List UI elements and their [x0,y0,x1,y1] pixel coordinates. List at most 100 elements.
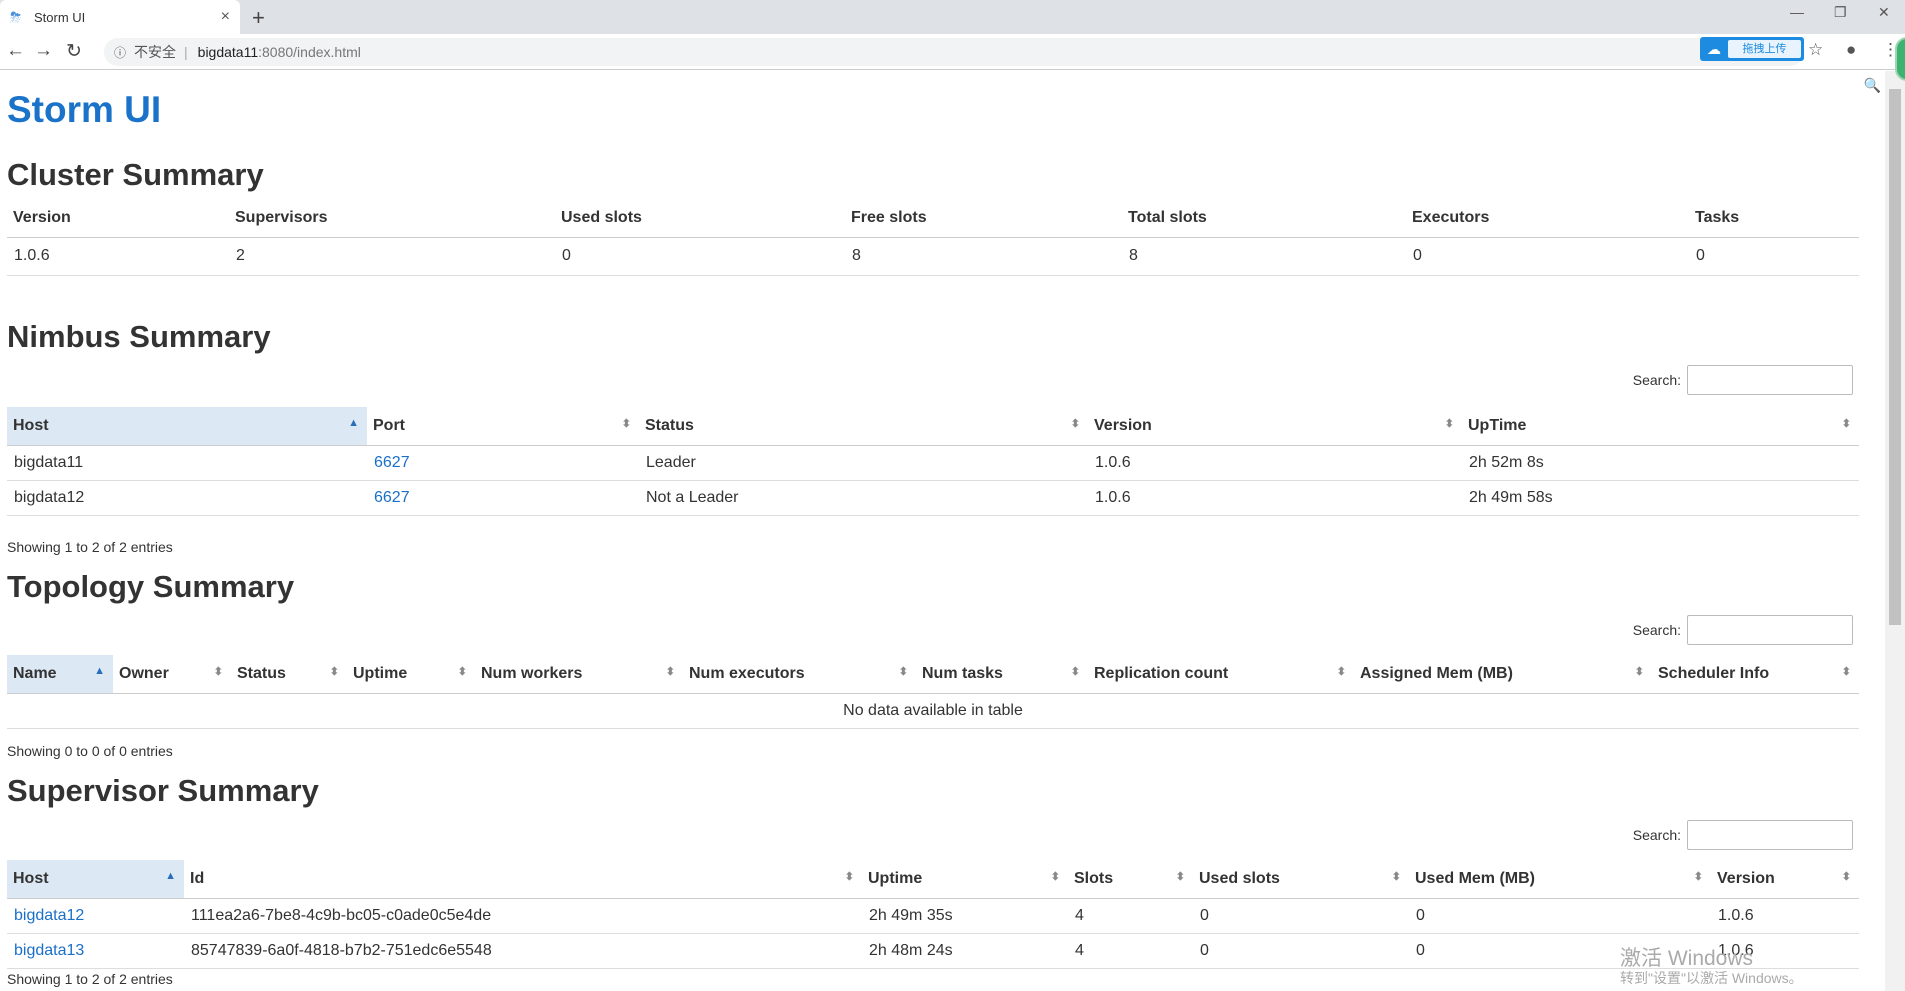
sort-icon: ⬍ [844,871,854,883]
col-uptime[interactable]: Uptime ⬍ [862,860,1068,899]
info-icon[interactable]: ⓘ [114,44,126,61]
side-floating-badge[interactable] [1895,37,1905,81]
col-host-label: Host [13,869,49,887]
col-used-mem[interactable]: Used Mem (MB) ⬍ [1409,860,1711,899]
col-version: Version [7,199,229,238]
window-close-icon[interactable]: ✕ [1878,4,1890,21]
col-replication-count[interactable]: Replication count ⬍ [1088,655,1354,694]
col-num-workers[interactable]: Num workers ⬍ [475,655,683,694]
table-header-row: Version Supervisors Used slots Free slot… [7,199,1859,238]
col-version[interactable]: Version ⬍ [1088,407,1462,446]
supervisor-search-input[interactable] [1687,820,1853,850]
col-num-executors[interactable]: Num executors ⬍ [683,655,916,694]
col-scheduler-info[interactable]: Scheduler Info ⬍ [1652,655,1859,694]
sort-asc-icon: ▲ [165,870,176,882]
col-id[interactable]: Id ⬍ [184,860,862,899]
col-name[interactable]: Name ▲ [7,655,113,694]
sort-icon: ⬍ [213,666,223,678]
cell-id: 85747839-6a0f-4818-b7b2-751edc6e5548 [184,933,862,969]
minimize-icon[interactable]: — [1790,4,1804,20]
col-used-slots[interactable]: Used slots ⬍ [1193,860,1409,899]
col-total-slots: Total slots [1122,199,1406,238]
col-name-label: Name [13,664,57,682]
cell-tasks: 0 [1689,237,1859,276]
col-status-label: Status [237,664,286,682]
topology-table-info: Showing 0 to 0 of 0 entries [7,743,173,759]
col-slots-label: Slots [1074,869,1114,887]
col-replication-count-label: Replication count [1094,664,1229,682]
windows-activation-subtext: 转到"设置"以激活 Windows。 [1620,970,1803,986]
restore-icon[interactable]: ❐ [1834,4,1847,21]
table-header-row: Name ▲ Owner ⬍ Status ⬍ Uptime ⬍ Num workers… [7,655,1859,694]
browser-toolbar: ← → ↻ ⓘ 不安全 | bigdata11 :8080/index.html… [0,34,1905,70]
col-uptime-label: Uptime [868,869,923,887]
supervisor-summary-heading: Supervisor Summary [7,773,319,808]
forward-arrow-icon[interactable]: → [34,40,53,62]
col-id-label: Id [190,869,205,887]
cell-status: Not a Leader [639,480,1088,516]
col-host-label: Host [13,416,49,434]
address-bar[interactable]: ⓘ 不安全 | bigdata11 :8080/index.html [104,38,1804,66]
bookmark-star-icon[interactable]: ☆ [1808,40,1823,60]
supervisor-host-link[interactable]: bigdata13 [14,942,84,959]
topology-search: Search: [1633,615,1853,645]
cell-uptime: 2h 48m 24s [862,933,1068,969]
page-scrollbar[interactable] [1885,71,1905,991]
col-used-slots-label: Used slots [1199,869,1280,887]
col-uptime[interactable]: UpTime ⬍ [1462,407,1859,446]
upload-extension-button[interactable]: ☁ 拖拽上传 [1700,37,1804,61]
cell-slots: 4 [1068,933,1193,969]
upload-extension-label: 拖拽上传 [1728,40,1801,58]
col-assigned-mem[interactable]: Assigned Mem (MB) ⬍ [1354,655,1652,694]
col-assigned-mem-label: Assigned Mem (MB) [1360,664,1513,682]
cell-uptime: 2h 49m 35s [862,898,1068,934]
nimbus-search-label: Search: [1632,372,1681,388]
sort-asc-icon: ▲ [348,417,359,429]
scrollbar-thumb[interactable] [1889,89,1901,625]
browser-tab[interactable]: ⛈ Storm UI × [0,0,240,34]
col-status[interactable]: Status ⬍ [231,655,347,694]
cell-id: 111ea2a6-7be8-4c9b-bc05-c0ade0c5e4de [184,898,862,934]
cell-free-slots: 8 [845,237,1122,276]
col-version[interactable]: Version ⬍ [1711,860,1859,899]
nimbus-table-info: Showing 1 to 2 of 2 entries [7,539,173,555]
nimbus-summary-heading: Nimbus Summary [7,319,271,354]
topology-search-input[interactable] [1687,615,1853,645]
page-title: Storm UI [7,89,162,130]
cell-version: 1.0.6 [1088,445,1462,481]
col-owner[interactable]: Owner ⬍ [113,655,231,694]
back-arrow-icon[interactable]: ← [6,40,25,62]
col-num-tasks[interactable]: Num tasks ⬍ [916,655,1088,694]
col-status[interactable]: Status ⬍ [639,407,1088,446]
port-link[interactable]: 6627 [374,489,410,506]
url-path: :8080/index.html [258,44,361,60]
supervisor-search: Search: [1633,820,1853,850]
cell-used-slots: 0 [1193,933,1409,969]
col-num-executors-label: Num executors [689,664,805,682]
col-uptime-label: UpTime [1468,416,1527,434]
col-executors: Executors [1406,199,1689,238]
close-tab-icon[interactable]: × [221,8,230,26]
reload-icon[interactable]: ↻ [66,40,82,63]
cluster-summary-table: Version Supervisors Used slots Free slot… [7,199,1859,276]
cell-port: 6627 [367,480,639,516]
cluster-summary-heading: Cluster Summary [7,157,264,192]
port-link[interactable]: 6627 [374,454,410,471]
col-port[interactable]: Port ⬍ [367,407,639,446]
cloud-icon: ☁ [1707,40,1721,57]
profile-avatar-icon[interactable]: ● [1846,40,1856,60]
col-host[interactable]: Host ▲ [7,860,184,899]
nimbus-search-input[interactable] [1687,365,1853,395]
cell-slots: 4 [1068,898,1193,934]
col-slots[interactable]: Slots ⬍ [1068,860,1193,899]
search-icon[interactable]: 🔍 [1864,77,1881,94]
new-tab-button[interactable]: + [252,5,265,31]
col-num-tasks-label: Num tasks [922,664,1003,682]
col-version-label: Version [1094,416,1152,434]
sort-icon: ⬍ [665,666,675,678]
supervisor-host-link[interactable]: bigdata12 [14,907,84,924]
topology-summary-heading: Topology Summary [7,569,295,604]
col-uptime[interactable]: Uptime ⬍ [347,655,475,694]
col-host[interactable]: Host ▲ [7,407,367,446]
supervisor-search-label: Search: [1632,827,1681,843]
